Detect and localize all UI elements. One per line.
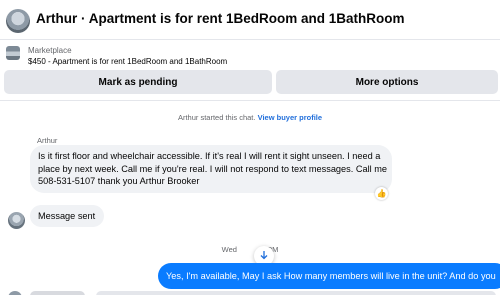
- chat-title[interactable]: Arthur · Apartment is for rent 1BedRoom …: [36, 11, 405, 26]
- date-divider: Wed PM: [0, 245, 500, 254]
- next-message-row: [0, 289, 500, 295]
- arrow-down-icon: [259, 250, 269, 263]
- message-line: place by next week. Call me if you're re…: [38, 163, 387, 174]
- outgoing-message-bubble[interactable]: Yes, I'm available, May I ask How many m…: [158, 263, 500, 289]
- message-line: 508-531-5107 thank you Arthur Brooker: [38, 176, 200, 186]
- system-message: Arthur started this chat. View buyer pro…: [0, 113, 500, 122]
- listing-price-title: $450 - Apartment is for rent 1BedRoom an…: [28, 57, 228, 66]
- sender-name: Arthur: [37, 136, 58, 145]
- chat-header: Arthur · Apartment is for rent 1BedRoom …: [0, 0, 500, 40]
- view-buyer-profile-link[interactable]: View buyer profile: [258, 113, 322, 122]
- message-line: Is it first floor and wheelchair accessi…: [38, 151, 381, 161]
- system-message-text: Arthur started this chat.: [177, 113, 256, 122]
- incoming-message-bubble[interactable]: Is it first floor and wheelchair accessi…: [30, 145, 392, 193]
- more-options-button[interactable]: More options: [276, 70, 498, 94]
- thumbs-up-icon[interactable]: 👍: [375, 187, 388, 200]
- placeholder-bar: [96, 291, 496, 295]
- mark-as-pending-button[interactable]: Mark as pending: [4, 70, 272, 94]
- listing-thumbnail: [6, 46, 20, 60]
- date-left: Wed: [221, 245, 237, 254]
- avatar: [8, 291, 22, 295]
- listing-source: Marketplace: [28, 46, 72, 55]
- avatar[interactable]: [6, 9, 30, 33]
- divider: [0, 100, 500, 101]
- status-message-bubble[interactable]: Message sent: [30, 205, 104, 227]
- placeholder-bar: [30, 291, 85, 295]
- avatar[interactable]: [8, 212, 25, 229]
